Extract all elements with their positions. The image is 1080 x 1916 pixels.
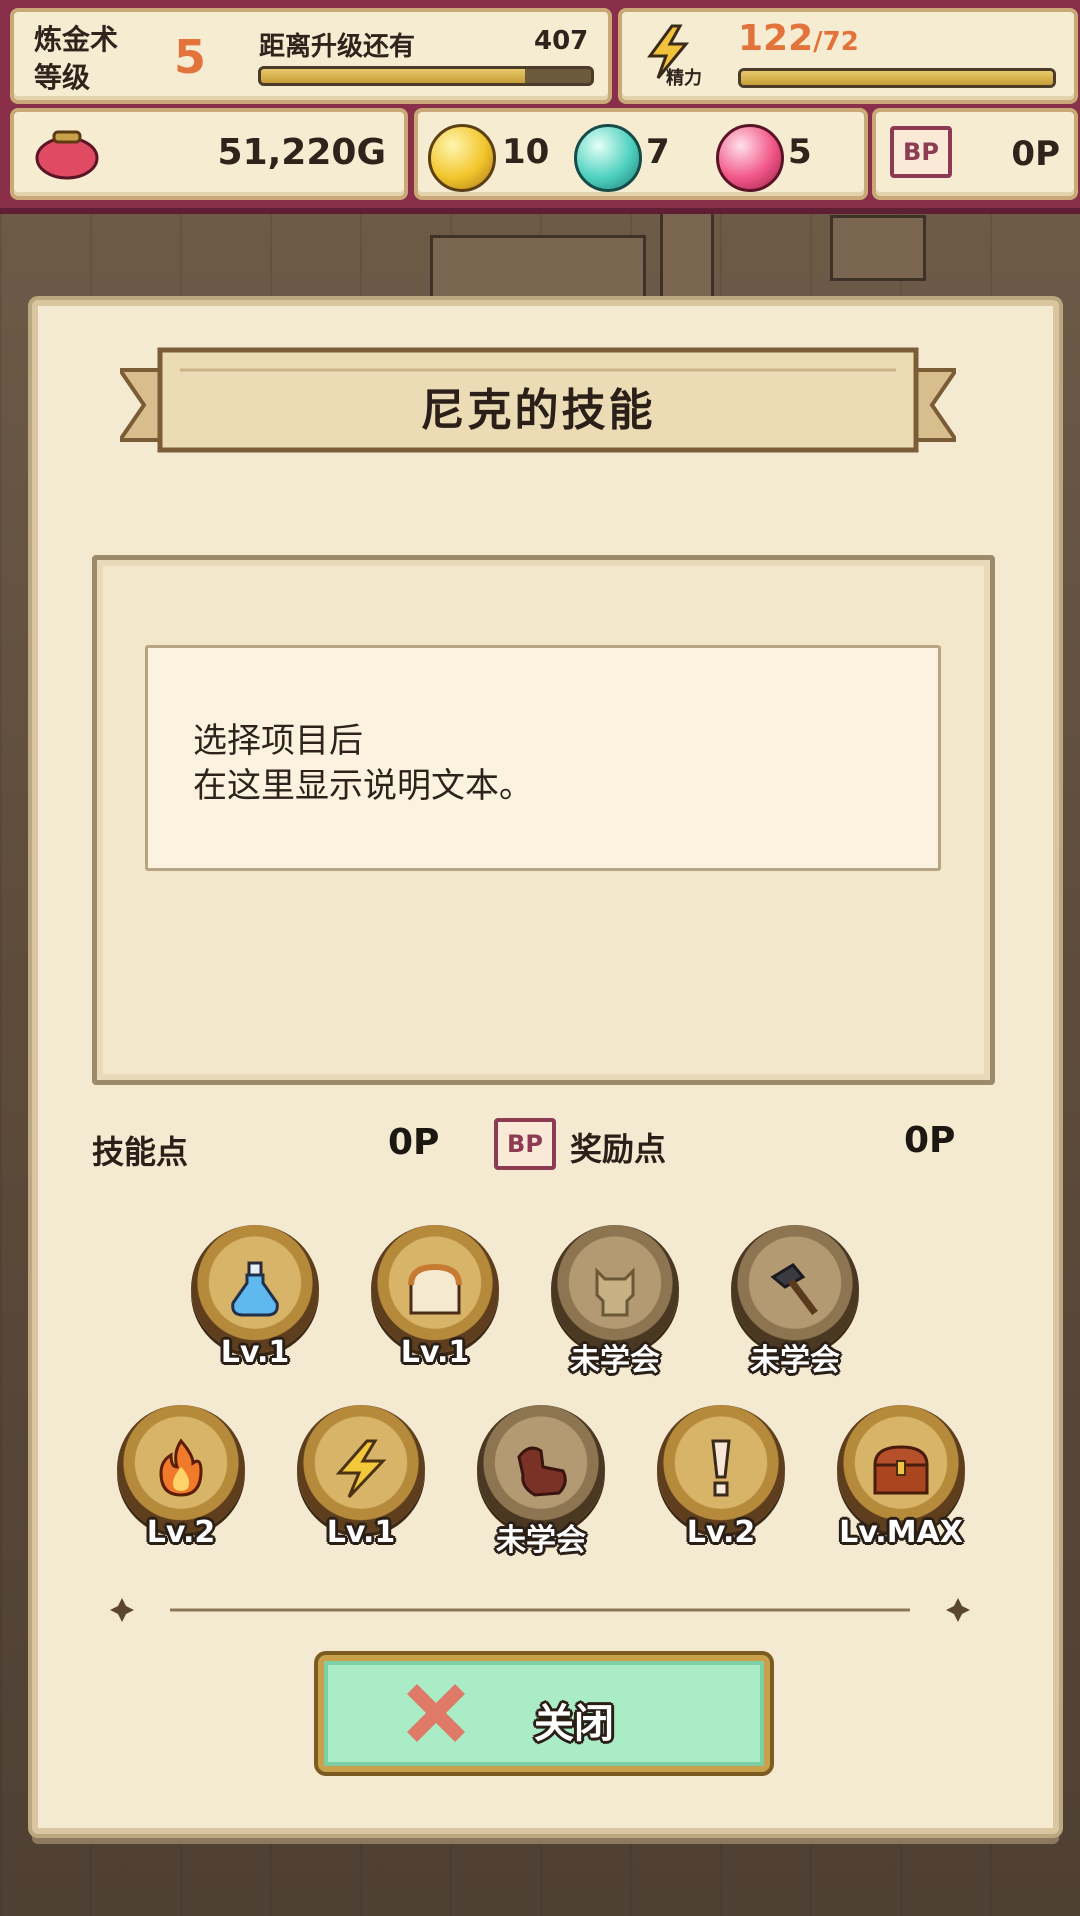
skill-slot-hammer[interactable]: 未学会 bbox=[725, 1225, 865, 1379]
potion-icon bbox=[231, 1261, 279, 1317]
energy-max: /72 bbox=[813, 27, 859, 57]
skill-level-label: Lv.1 bbox=[220, 1335, 290, 1370]
title-ribbon: 尼克的技能 bbox=[116, 330, 960, 470]
close-button-label: 关闭 bbox=[534, 1701, 614, 1747]
wood-beam bbox=[660, 205, 714, 301]
skill-slot-cat[interactable]: 未学会 bbox=[545, 1225, 685, 1379]
skill-points-value: 0P bbox=[388, 1122, 440, 1163]
glove-icon bbox=[517, 1446, 567, 1497]
skill-slot-glove[interactable]: 未学会 bbox=[471, 1405, 611, 1559]
skill-level-label: Lv.1 bbox=[326, 1515, 396, 1550]
description-line-2: 在这里显示说明文本。 bbox=[193, 766, 533, 806]
gold-panel: 51,220G bbox=[10, 108, 408, 200]
gems-panel: 10 7 5 bbox=[414, 108, 868, 200]
next-level-label: 距离升级还有 bbox=[259, 32, 416, 62]
wood-board bbox=[830, 215, 926, 281]
pink-gem-count: 5 bbox=[788, 132, 812, 172]
skill-slot-treasure-chest[interactable]: Lv.MAX bbox=[831, 1405, 971, 1550]
hammer-icon bbox=[770, 1263, 818, 1316]
skill-level-label: 未学会 bbox=[750, 1343, 840, 1378]
top-hud: 炼金术 等级 5 距离升级还有 407 精力 122/72 51,220G 10… bbox=[0, 0, 1080, 214]
skill-orb[interactable] bbox=[477, 1405, 605, 1533]
bp-icon: BP bbox=[890, 126, 952, 178]
gold-value: 51,220G bbox=[217, 132, 386, 173]
teal-gem-count: 7 bbox=[646, 132, 670, 172]
next-level-value: 407 bbox=[534, 26, 589, 56]
skill-orb[interactable] bbox=[731, 1225, 859, 1353]
teal-gem-icon bbox=[574, 124, 642, 192]
skill-level-label: Lv.2 bbox=[146, 1515, 216, 1550]
skill-level-label: Lv.MAX bbox=[839, 1515, 963, 1550]
lightning-icon bbox=[335, 1439, 387, 1499]
energy-bar-fill bbox=[741, 71, 1053, 85]
bp-panel: BP 0P bbox=[872, 108, 1078, 200]
alchemy-level-label-2: 等级 bbox=[34, 61, 91, 94]
skill-orb[interactable] bbox=[191, 1225, 319, 1353]
dialog-title: 尼克的技能 bbox=[420, 385, 656, 436]
next-level-progress-fill bbox=[261, 69, 525, 83]
skill-orb[interactable] bbox=[837, 1405, 965, 1533]
coin-purse-icon bbox=[32, 126, 102, 184]
skill-orb[interactable] bbox=[117, 1405, 245, 1533]
skill-slot-flame[interactable]: Lv.2 bbox=[111, 1405, 251, 1550]
flame-icon bbox=[159, 1438, 203, 1497]
bonus-points-value: 0P bbox=[904, 1120, 956, 1161]
skill-level-label: 未学会 bbox=[570, 1343, 660, 1378]
bonus-points-icon: BP bbox=[494, 1118, 556, 1170]
skill-orb[interactable] bbox=[551, 1225, 679, 1353]
skill-orb[interactable] bbox=[371, 1225, 499, 1353]
skill-level-label: Lv.2 bbox=[686, 1515, 756, 1550]
bonus-points-label: 奖励点 bbox=[570, 1130, 667, 1168]
yellow-gem-icon bbox=[428, 124, 496, 192]
close-button[interactable]: 关闭 bbox=[318, 1655, 770, 1772]
treasure-chest-icon bbox=[873, 1445, 929, 1495]
energy-bar bbox=[738, 68, 1056, 88]
energy-readout: 122/72 bbox=[738, 18, 859, 59]
energy-current: 122 bbox=[738, 18, 814, 59]
skill-level-label: Lv.1 bbox=[400, 1335, 470, 1370]
description-paper: 选择项目后 在这里显示说明文本。 bbox=[145, 645, 941, 871]
yellow-gem-count: 10 bbox=[502, 132, 550, 172]
skill-orb[interactable] bbox=[297, 1405, 425, 1533]
bread-icon bbox=[408, 1263, 462, 1315]
alchemy-level-value: 5 bbox=[174, 30, 207, 84]
next-level-progress-bar bbox=[258, 66, 594, 86]
pink-gem-icon bbox=[716, 124, 784, 192]
skill-orb[interactable] bbox=[657, 1405, 785, 1533]
alchemy-level-panel: 炼金术 等级 5 距离升级还有 407 bbox=[10, 8, 612, 104]
description-line-1: 选择项目后 bbox=[193, 721, 363, 761]
alchemy-level-label: 炼金术 bbox=[34, 23, 119, 56]
bp-value: 0P bbox=[1011, 134, 1060, 174]
close-icon bbox=[404, 1681, 468, 1749]
skill-slot-exclamation[interactable]: Lv.2 bbox=[651, 1405, 791, 1550]
skill-slot-lightning[interactable]: Lv.1 bbox=[291, 1405, 431, 1550]
skill-slot-bread[interactable]: Lv.1 bbox=[365, 1225, 505, 1370]
cat-icon bbox=[595, 1267, 635, 1317]
ornamental-divider bbox=[110, 1598, 970, 1622]
skill-level-label: 未学会 bbox=[496, 1523, 586, 1558]
energy-label: 精力 bbox=[666, 68, 702, 89]
exclamation-icon bbox=[711, 1439, 731, 1497]
energy-panel: 精力 122/72 bbox=[618, 8, 1078, 104]
skill-slot-potion[interactable]: Lv.1 bbox=[185, 1225, 325, 1370]
skill-points-label: 技能点 bbox=[92, 1133, 189, 1171]
